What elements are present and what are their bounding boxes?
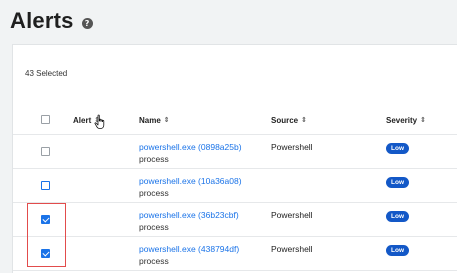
help-icon[interactable]: ? <box>81 17 93 29</box>
alert-type: process <box>139 154 169 164</box>
alert-name-link[interactable]: powershell.exe (36b23cbf) <box>139 210 239 220</box>
source-cell: Powershell <box>271 210 313 220</box>
severity-badge: Low <box>386 143 409 154</box>
alert-type: process <box>139 222 169 232</box>
name-cell: powershell.exe (0898a25b) process <box>139 142 242 164</box>
alerts-table: Alert ⇕ Name ⇕ Source ⇕ Severity ⇕ power… <box>13 105 457 271</box>
table-row[interactable]: powershell.exe (10a36a08) process Low <box>13 169 457 203</box>
source-cell: Powershell <box>271 244 313 254</box>
alert-type: process <box>139 256 169 266</box>
sort-icon[interactable]: ⇕ <box>164 116 170 124</box>
sort-icon[interactable]: ⇕ <box>301 116 307 124</box>
severity-badge: Low <box>386 177 409 188</box>
table-row[interactable]: powershell.exe (438794df) process Powers… <box>13 237 457 271</box>
column-header-source[interactable]: Source ⇕ <box>271 105 307 135</box>
table-header-row: Alert ⇕ Name ⇕ Source ⇕ Severity ⇕ <box>13 105 457 135</box>
column-header-name[interactable]: Name ⇕ <box>139 105 170 135</box>
alert-name-link[interactable]: powershell.exe (438794df) <box>139 244 239 254</box>
name-cell: powershell.exe (438794df) process <box>139 244 239 266</box>
selected-count: 43 Selected <box>25 69 68 78</box>
name-cell: powershell.exe (10a36a08) process <box>139 176 242 198</box>
page-header: Alerts ? <box>10 6 93 36</box>
alerts-panel: 43 Selected Alert ⇕ Name ⇕ Source ⇕ Seve… <box>12 44 457 273</box>
select-all-checkbox[interactable] <box>41 115 50 124</box>
source-cell: Powershell <box>271 142 313 152</box>
checkbox-highlight-annotation <box>27 203 66 267</box>
name-cell: powershell.exe (36b23cbf) process <box>139 210 239 232</box>
severity-badge: Low <box>386 211 409 222</box>
row-checkbox[interactable] <box>41 147 50 156</box>
hand-cursor-icon <box>94 114 105 129</box>
table-row[interactable]: powershell.exe (0898a25b) process Powers… <box>13 135 457 169</box>
alert-type: process <box>139 188 169 198</box>
severity-badge: Low <box>386 245 409 256</box>
row-checkbox[interactable] <box>41 181 50 190</box>
column-header-severity[interactable]: Severity ⇕ <box>386 105 426 135</box>
alert-name-link[interactable]: powershell.exe (10a36a08) <box>139 176 242 186</box>
table-row[interactable]: powershell.exe (36b23cbf) process Powers… <box>13 203 457 237</box>
sort-icon[interactable]: ⇕ <box>420 116 426 124</box>
alert-name-link[interactable]: powershell.exe (0898a25b) <box>139 142 242 152</box>
page-title: Alerts <box>10 8 74 33</box>
